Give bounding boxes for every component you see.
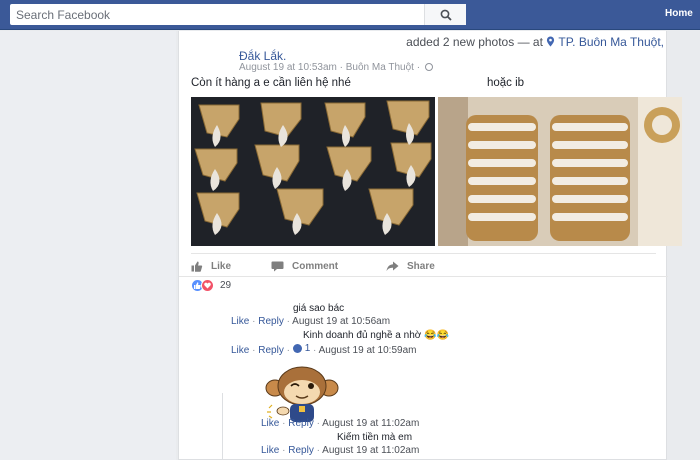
- comment-icon: [271, 261, 284, 271]
- comment-reply-link[interactable]: Reply: [258, 316, 284, 327]
- post-card: added 2 new photos — at TP. Buôn Ma Thuộ…: [178, 31, 682, 460]
- like-label: Like: [211, 260, 232, 272]
- dot-separator: ·: [313, 445, 323, 456]
- comment-time[interactable]: August 19 at 10:59am: [319, 345, 417, 356]
- home-link[interactable]: Home: [665, 8, 693, 19]
- dot-separator: ·: [249, 345, 259, 356]
- thread-line: [222, 393, 223, 460]
- comment-reply-link[interactable]: Reply: [288, 418, 314, 429]
- comment-text: Kinh doanh đủ nghề a nhờ 😂😂: [303, 330, 450, 341]
- love-reaction-icon: [201, 279, 214, 292]
- dot-separator: ·: [279, 418, 289, 429]
- dot-separator: ·: [279, 445, 289, 456]
- dot-separator: ·: [249, 316, 259, 327]
- post-header: added 2 new photos — at TP. Buôn Ma Thuộ…: [239, 35, 664, 63]
- like-button[interactable]: Like: [191, 257, 271, 275]
- thumbs-up-icon: [191, 261, 203, 272]
- comment-label: Comment: [292, 260, 339, 272]
- post-actions-bar: Like Comment Share: [191, 257, 656, 275]
- top-navigation-bar: Home: [0, 0, 700, 30]
- divider: [191, 253, 656, 254]
- comment-meta: Like · Reply · August 19 at 11:02am: [261, 445, 419, 456]
- monkey-sticker: [261, 366, 343, 426]
- left-sidebar-area: [0, 31, 176, 460]
- post-photo-1[interactable]: [191, 97, 435, 246]
- globe-icon: [424, 63, 433, 71]
- comment-button[interactable]: Comment: [271, 257, 386, 275]
- post-header-line1: added 2 new photos — at TP. Buôn Ma Thuộ…: [239, 35, 664, 49]
- comment-meta: Like · Reply · August 19 at 10:56am: [231, 316, 390, 327]
- reply-count[interactable]: 1: [292, 343, 310, 354]
- comment-like-link[interactable]: Like: [231, 316, 249, 327]
- meta-separator: ·: [336, 62, 346, 73]
- post-text-extra: hoặc ib: [487, 77, 525, 89]
- post-header-separator: — at: [514, 35, 547, 49]
- share-label: Share: [407, 260, 435, 272]
- comment-like-link[interactable]: Like: [231, 345, 249, 356]
- comment-reply-link[interactable]: Reply: [288, 445, 314, 456]
- comment-meta: Like · Reply · August 19 at 11:02am: [261, 418, 419, 429]
- post-photo-2[interactable]: [438, 97, 682, 246]
- post-text: Còn ít hàng a e cần liên hệ nhé: [191, 77, 351, 89]
- dot-separator: ·: [283, 345, 293, 356]
- reply-icon: [292, 344, 302, 353]
- search-icon: [440, 9, 452, 21]
- divider-2: [179, 276, 668, 277]
- location-pin-icon: [547, 36, 555, 47]
- location-link[interactable]: TP. Buôn Ma Thuột,: [558, 35, 664, 49]
- comment-like-link[interactable]: Like: [261, 418, 279, 429]
- location-link-cont[interactable]: Đắk Lắk.: [239, 49, 286, 63]
- comment-time[interactable]: August 19 at 11:02am: [322, 445, 419, 456]
- dot-separator: ·: [313, 418, 323, 429]
- search-input[interactable]: [10, 5, 424, 24]
- post-header-line2: Đắk Lắk.: [239, 49, 664, 63]
- share-button[interactable]: Share: [386, 257, 435, 275]
- dot-separator: ·: [283, 316, 293, 327]
- comment-text: Kiếm tiền mà em: [337, 432, 413, 443]
- dot-separator: ·: [310, 345, 319, 356]
- comment-time[interactable]: August 19 at 10:56am: [292, 316, 390, 327]
- monkey-sticker-image: [265, 366, 339, 422]
- search-button[interactable]: [424, 4, 466, 25]
- reaction-count: 29: [220, 280, 232, 291]
- reactions-summary[interactable]: 29: [191, 279, 231, 292]
- share-icon: [386, 261, 399, 271]
- comment-reply-link[interactable]: Reply: [258, 345, 284, 356]
- search-box: [10, 4, 466, 25]
- comment-like-link[interactable]: Like: [261, 445, 279, 456]
- gold-bangles-image: [438, 97, 682, 246]
- gold-claw-pendants-image: [191, 97, 435, 246]
- meta-location[interactable]: Buôn Ma Thuột: [346, 62, 414, 73]
- comment-time[interactable]: August 19 at 11:02am: [322, 418, 419, 429]
- meta-separator-2: ·: [413, 62, 423, 73]
- comment-meta: Like · Reply · 1 · August 19 at 10:59am: [231, 343, 416, 356]
- post-meta: August 19 at 10:53am · Buôn Ma Thuột ·: [239, 62, 433, 73]
- comment-text: giá sao bác: [293, 303, 345, 314]
- post-action-text: added 2 new photos: [406, 35, 515, 49]
- post-timestamp[interactable]: August 19 at 10:53am: [239, 62, 337, 73]
